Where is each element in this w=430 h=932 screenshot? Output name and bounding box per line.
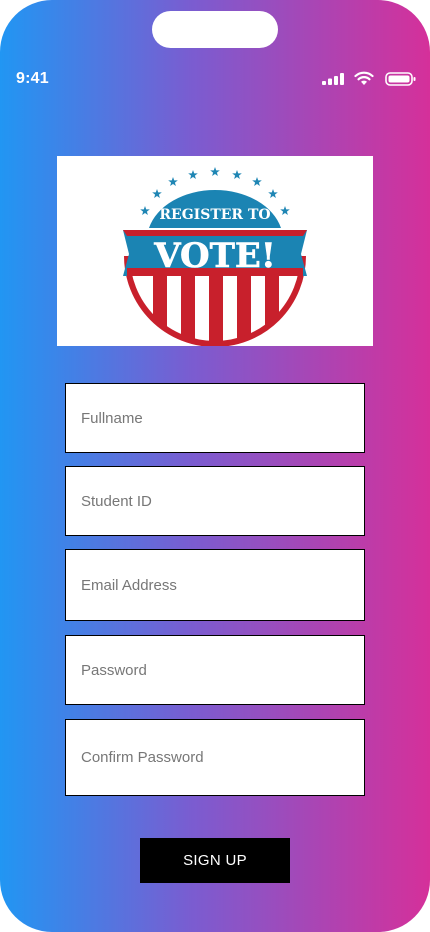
sign-up-button[interactable]: SIGN UP xyxy=(140,838,290,883)
wifi-icon xyxy=(354,71,374,85)
status-time: 9:41 xyxy=(16,70,49,87)
email-input[interactable] xyxy=(65,549,365,621)
status-icons xyxy=(320,68,420,90)
register-to-vote-banner: REGISTER TO VOTE! xyxy=(57,156,373,346)
banner-line1: REGISTER TO xyxy=(159,207,270,223)
vote-badge-image: REGISTER TO VOTE! xyxy=(123,167,307,346)
fullname-input[interactable] xyxy=(65,383,365,453)
password-input[interactable] xyxy=(65,635,365,705)
student-id-input[interactable] xyxy=(65,466,365,536)
battery-icon xyxy=(385,72,416,86)
cellular-signal-icon xyxy=(322,73,344,85)
confirm-password-input[interactable] xyxy=(65,719,365,796)
phone-screen: 9:41 REGISTER TO VOTE! Fullname Student … xyxy=(0,0,430,932)
dynamic-island xyxy=(152,11,278,48)
banner-line2: VOTE! xyxy=(153,236,276,276)
